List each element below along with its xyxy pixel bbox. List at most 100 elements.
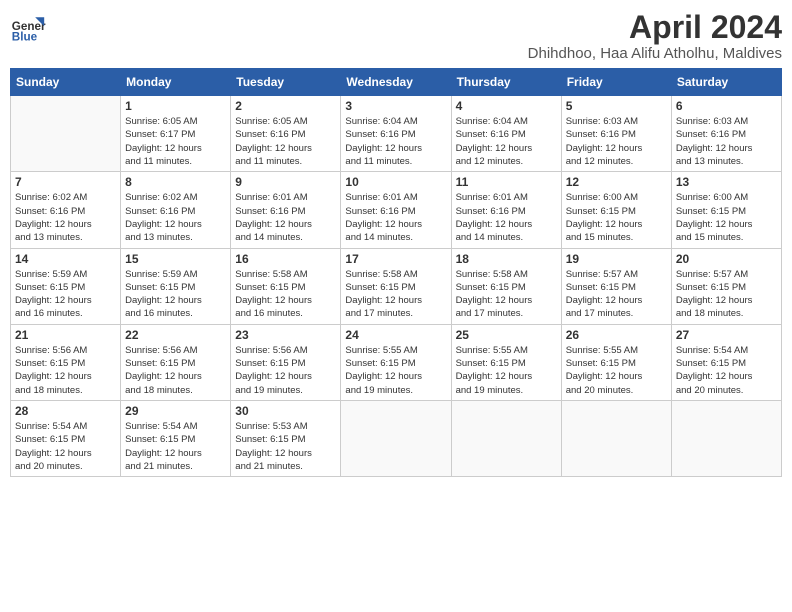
day-number: 29: [125, 404, 226, 418]
day-number: 8: [125, 175, 226, 189]
calendar-cell: 20 Sunrise: 5:57 AM Sunset: 6:15 PM Dayli…: [671, 248, 781, 324]
day-info: Sunrise: 6:04 AM Sunset: 6:16 PM Dayligh…: [345, 115, 446, 168]
calendar-cell: 2 Sunrise: 6:05 AM Sunset: 6:16 PM Daylig…: [231, 96, 341, 172]
day-info: Sunrise: 5:59 AM Sunset: 6:15 PM Dayligh…: [15, 268, 116, 321]
calendar-cell: 17 Sunrise: 5:58 AM Sunset: 6:15 PM Dayli…: [341, 248, 451, 324]
day-info: Sunrise: 5:56 AM Sunset: 6:15 PM Dayligh…: [15, 344, 116, 397]
calendar-cell: 24 Sunrise: 5:55 AM Sunset: 6:15 PM Dayli…: [341, 324, 451, 400]
day-info: Sunrise: 5:58 AM Sunset: 6:15 PM Dayligh…: [345, 268, 446, 321]
day-info: Sunrise: 5:58 AM Sunset: 6:15 PM Dayligh…: [456, 268, 557, 321]
location-subtitle: Dhihdhoo, Haa Alifu Atholhu, Maldives: [528, 45, 782, 62]
calendar-cell: 13Sunrise: 6:00 AM Sunset: 6:15 PM Dayli…: [671, 172, 781, 248]
day-info: Sunrise: 6:05 AM Sunset: 6:17 PM Dayligh…: [125, 115, 226, 168]
calendar-cell: 3 Sunrise: 6:04 AM Sunset: 6:16 PM Daylig…: [341, 96, 451, 172]
day-number: 24: [345, 328, 446, 342]
day-number: 2: [235, 99, 336, 113]
day-info: Sunrise: 6:02 AM Sunset: 6:16 PM Dayligh…: [15, 191, 116, 244]
calendar-cell: [11, 96, 121, 172]
day-number: 3: [345, 99, 446, 113]
day-info: Sunrise: 6:01 AM Sunset: 6:16 PM Dayligh…: [235, 191, 336, 244]
day-number: 17: [345, 252, 446, 266]
day-info: Sunrise: 5:54 AM Sunset: 6:15 PM Dayligh…: [125, 420, 226, 473]
day-info: Sunrise: 5:56 AM Sunset: 6:15 PM Dayligh…: [235, 344, 336, 397]
calendar-cell: 18Sunrise: 5:58 AM Sunset: 6:15 PM Dayli…: [451, 248, 561, 324]
weekday-header-sunday: Sunday: [11, 69, 121, 96]
day-number: 11: [456, 175, 557, 189]
day-number: 21: [15, 328, 116, 342]
day-number: 27: [676, 328, 777, 342]
day-info: Sunrise: 6:03 AM Sunset: 6:16 PM Dayligh…: [566, 115, 667, 168]
weekday-header-tuesday: Tuesday: [231, 69, 341, 96]
day-info: Sunrise: 5:54 AM Sunset: 6:15 PM Dayligh…: [676, 344, 777, 397]
weekday-header-thursday: Thursday: [451, 69, 561, 96]
day-info: Sunrise: 5:58 AM Sunset: 6:15 PM Dayligh…: [235, 268, 336, 321]
calendar-cell: 29 Sunrise: 5:54 AM Sunset: 6:15 PM Dayli…: [121, 400, 231, 476]
calendar-cell: 26Sunrise: 5:55 AM Sunset: 6:15 PM Dayli…: [561, 324, 671, 400]
weekday-header-row: SundayMondayTuesdayWednesdayThursdayFrid…: [11, 69, 782, 96]
day-info: Sunrise: 6:00 AM Sunset: 6:15 PM Dayligh…: [676, 191, 777, 244]
day-number: 25: [456, 328, 557, 342]
calendar-cell: 10 Sunrise: 6:01 AM Sunset: 6:16 PM Dayli…: [341, 172, 451, 248]
weekday-header-monday: Monday: [121, 69, 231, 96]
day-info: Sunrise: 6:00 AM Sunset: 6:15 PM Dayligh…: [566, 191, 667, 244]
calendar-cell: 27 Sunrise: 5:54 AM Sunset: 6:15 PM Dayli…: [671, 324, 781, 400]
calendar-cell: 5 Sunrise: 6:03 AM Sunset: 6:16 PM Daylig…: [561, 96, 671, 172]
day-number: 7: [15, 175, 116, 189]
calendar-table: SundayMondayTuesdayWednesdayThursdayFrid…: [10, 68, 782, 477]
day-number: 1: [125, 99, 226, 113]
day-number: 19: [566, 252, 667, 266]
calendar-cell: 7 Sunrise: 6:02 AM Sunset: 6:16 PM Daylig…: [11, 172, 121, 248]
calendar-cell: 16Sunrise: 5:58 AM Sunset: 6:15 PM Dayli…: [231, 248, 341, 324]
day-number: 10: [345, 175, 446, 189]
day-number: 9: [235, 175, 336, 189]
day-number: 4: [456, 99, 557, 113]
day-number: 20: [676, 252, 777, 266]
calendar-cell: 6 Sunrise: 6:03 AM Sunset: 6:16 PM Daylig…: [671, 96, 781, 172]
day-info: Sunrise: 5:57 AM Sunset: 6:15 PM Dayligh…: [676, 268, 777, 321]
calendar-week-row: 14Sunrise: 5:59 AM Sunset: 6:15 PM Dayli…: [11, 248, 782, 324]
calendar-cell: [561, 400, 671, 476]
day-number: 6: [676, 99, 777, 113]
weekday-header-wednesday: Wednesday: [341, 69, 451, 96]
day-number: 5: [566, 99, 667, 113]
calendar-cell: 11Sunrise: 6:01 AM Sunset: 6:16 PM Dayli…: [451, 172, 561, 248]
day-info: Sunrise: 5:55 AM Sunset: 6:15 PM Dayligh…: [456, 344, 557, 397]
calendar-cell: 8 Sunrise: 6:02 AM Sunset: 6:16 PM Daylig…: [121, 172, 231, 248]
day-info: Sunrise: 5:53 AM Sunset: 6:15 PM Dayligh…: [235, 420, 336, 473]
day-number: 28: [15, 404, 116, 418]
calendar-week-row: 21 Sunrise: 5:56 AM Sunset: 6:15 PM Dayli…: [11, 324, 782, 400]
month-year-title: April 2024: [528, 10, 782, 45]
day-number: 12: [566, 175, 667, 189]
calendar-cell: 9 Sunrise: 6:01 AM Sunset: 6:16 PM Daylig…: [231, 172, 341, 248]
calendar-week-row: 7 Sunrise: 6:02 AM Sunset: 6:16 PM Daylig…: [11, 172, 782, 248]
page-header: General Blue April 2024 Dhihdhoo, Haa Al…: [10, 10, 782, 62]
calendar-cell: 23 Sunrise: 5:56 AM Sunset: 6:15 PM Dayli…: [231, 324, 341, 400]
calendar-cell: 1 Sunrise: 6:05 AM Sunset: 6:17 PM Daylig…: [121, 96, 231, 172]
title-area: April 2024 Dhihdhoo, Haa Alifu Atholhu, …: [528, 10, 782, 62]
svg-text:Blue: Blue: [12, 31, 38, 44]
day-info: Sunrise: 5:55 AM Sunset: 6:15 PM Dayligh…: [345, 344, 446, 397]
weekday-header-friday: Friday: [561, 69, 671, 96]
weekday-header-saturday: Saturday: [671, 69, 781, 96]
calendar-cell: 15 Sunrise: 5:59 AM Sunset: 6:15 PM Dayli…: [121, 248, 231, 324]
calendar-cell: 14Sunrise: 5:59 AM Sunset: 6:15 PM Dayli…: [11, 248, 121, 324]
calendar-cell: 4Sunrise: 6:04 AM Sunset: 6:16 PM Daylig…: [451, 96, 561, 172]
day-info: Sunrise: 5:56 AM Sunset: 6:15 PM Dayligh…: [125, 344, 226, 397]
day-info: Sunrise: 6:01 AM Sunset: 6:16 PM Dayligh…: [345, 191, 446, 244]
day-number: 15: [125, 252, 226, 266]
day-info: Sunrise: 5:59 AM Sunset: 6:15 PM Dayligh…: [125, 268, 226, 321]
calendar-cell: 21 Sunrise: 5:56 AM Sunset: 6:15 PM Dayli…: [11, 324, 121, 400]
calendar-week-row: 28 Sunrise: 5:54 AM Sunset: 6:15 PM Dayli…: [11, 400, 782, 476]
day-info: Sunrise: 6:05 AM Sunset: 6:16 PM Dayligh…: [235, 115, 336, 168]
day-info: Sunrise: 5:57 AM Sunset: 6:15 PM Dayligh…: [566, 268, 667, 321]
day-info: Sunrise: 6:03 AM Sunset: 6:16 PM Dayligh…: [676, 115, 777, 168]
day-number: 30: [235, 404, 336, 418]
calendar-cell: 22Sunrise: 5:56 AM Sunset: 6:15 PM Dayli…: [121, 324, 231, 400]
logo: General Blue: [10, 10, 46, 46]
day-number: 23: [235, 328, 336, 342]
day-info: Sunrise: 6:02 AM Sunset: 6:16 PM Dayligh…: [125, 191, 226, 244]
day-info: Sunrise: 5:54 AM Sunset: 6:15 PM Dayligh…: [15, 420, 116, 473]
calendar-cell: [451, 400, 561, 476]
calendar-cell: 28 Sunrise: 5:54 AM Sunset: 6:15 PM Dayli…: [11, 400, 121, 476]
calendar-week-row: 1 Sunrise: 6:05 AM Sunset: 6:17 PM Daylig…: [11, 96, 782, 172]
